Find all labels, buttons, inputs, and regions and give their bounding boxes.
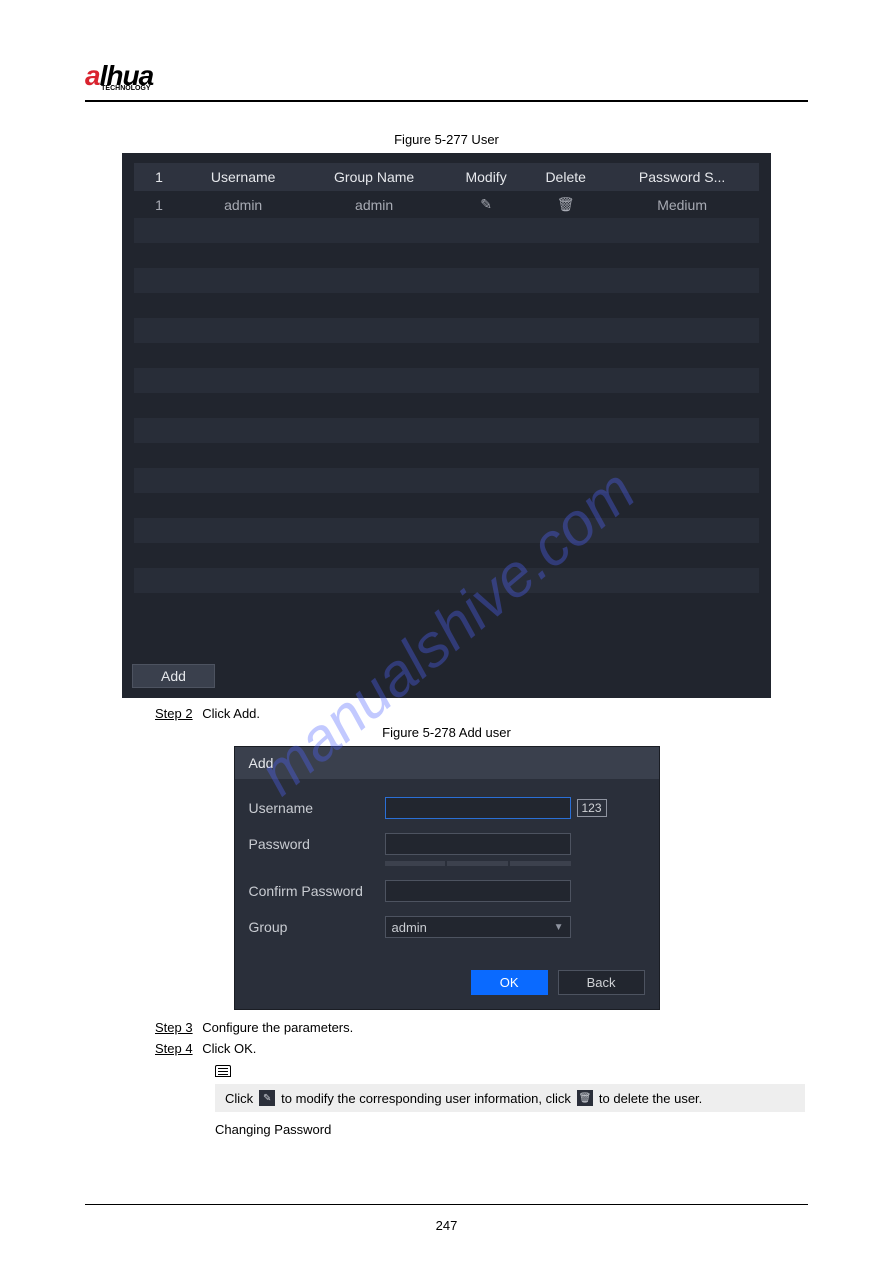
note-header [215, 1062, 808, 1080]
step-3-text: Configure the parameters. [202, 1020, 353, 1035]
col-password-strength: Password S... [605, 163, 759, 191]
col-modify: Modify [446, 163, 526, 191]
password-strength-meter [385, 861, 571, 866]
group-select-value: admin [392, 920, 427, 935]
pencil-icon: ✎ [259, 1090, 275, 1106]
ok-button[interactable]: OK [471, 970, 548, 995]
trash-icon: 🗑 [557, 196, 575, 212]
table-empty-area [134, 218, 759, 618]
cell-username: admin [184, 191, 302, 218]
cell-group: admin [302, 191, 446, 218]
password-input[interactable] [385, 833, 571, 855]
col-groupname: Group Name [302, 163, 446, 191]
confirm-password-input[interactable] [385, 880, 571, 902]
username-input[interactable] [385, 797, 571, 819]
cell-index: 1 [134, 191, 184, 218]
user-table: 1 Username Group Name Modify Delete Pass… [134, 163, 759, 218]
pencil-icon: ✎ [480, 196, 492, 212]
step-3: Step 3 Configure the parameters. [155, 1020, 808, 1035]
cell-delete[interactable]: 🗑 [526, 191, 605, 218]
chevron-down-icon: ▼ [554, 922, 564, 933]
table-row: 1 admin admin ✎ 🗑 Medium [134, 191, 759, 218]
username-label: Username [249, 800, 385, 816]
step-2-label: Step 2 [155, 706, 193, 721]
user-list-screenshot: 1 Username Group Name Modify Delete Pass… [122, 153, 771, 698]
figure-1-caption: Figure 5-277 User [85, 132, 808, 147]
note-prefix: Click [225, 1091, 253, 1106]
input-mode-badge[interactable]: 123 [577, 799, 607, 817]
trash-icon: 🗑 [577, 1090, 593, 1106]
step-2: Step 2 Click Add. [155, 706, 808, 721]
figure-2-caption: Figure 5-278 Add user [85, 725, 808, 740]
step-4-label: Step 4 [155, 1041, 193, 1056]
password-label: Password [249, 836, 385, 852]
col-index: 1 [134, 163, 184, 191]
cell-modify[interactable]: ✎ [446, 191, 526, 218]
footer-rule [85, 1204, 808, 1205]
confirm-password-label: Confirm Password [249, 883, 385, 899]
step-4: Step 4 Click OK. [155, 1041, 808, 1056]
step-3-label: Step 3 [155, 1020, 193, 1035]
note-icon [215, 1065, 231, 1077]
add-user-dialog: Add Username 123 Password Confirm Passwo… [234, 746, 660, 1010]
group-select[interactable]: admin ▼ [385, 916, 571, 938]
group-label: Group [249, 919, 385, 935]
brand-subtext: TECHNOLOGY [101, 85, 150, 92]
step-4-text: Click OK. [202, 1041, 256, 1056]
note-mid: to modify the corresponding user informa… [281, 1091, 571, 1106]
note-suffix: to delete the user. [599, 1091, 702, 1106]
section-heading: Changing Password [215, 1122, 808, 1137]
brand-header: alhua TECHNOLOGY [85, 60, 808, 102]
cell-strength: Medium [605, 191, 759, 218]
step-2-text: Click Add. [202, 706, 260, 721]
page-number: 247 [0, 1218, 893, 1233]
dialog-title: Add [235, 747, 659, 779]
add-button[interactable]: Add [132, 664, 215, 688]
note-content: Click ✎ to modify the corresponding user… [215, 1084, 805, 1112]
col-username: Username [184, 163, 302, 191]
col-delete: Delete [526, 163, 605, 191]
back-button[interactable]: Back [558, 970, 645, 995]
